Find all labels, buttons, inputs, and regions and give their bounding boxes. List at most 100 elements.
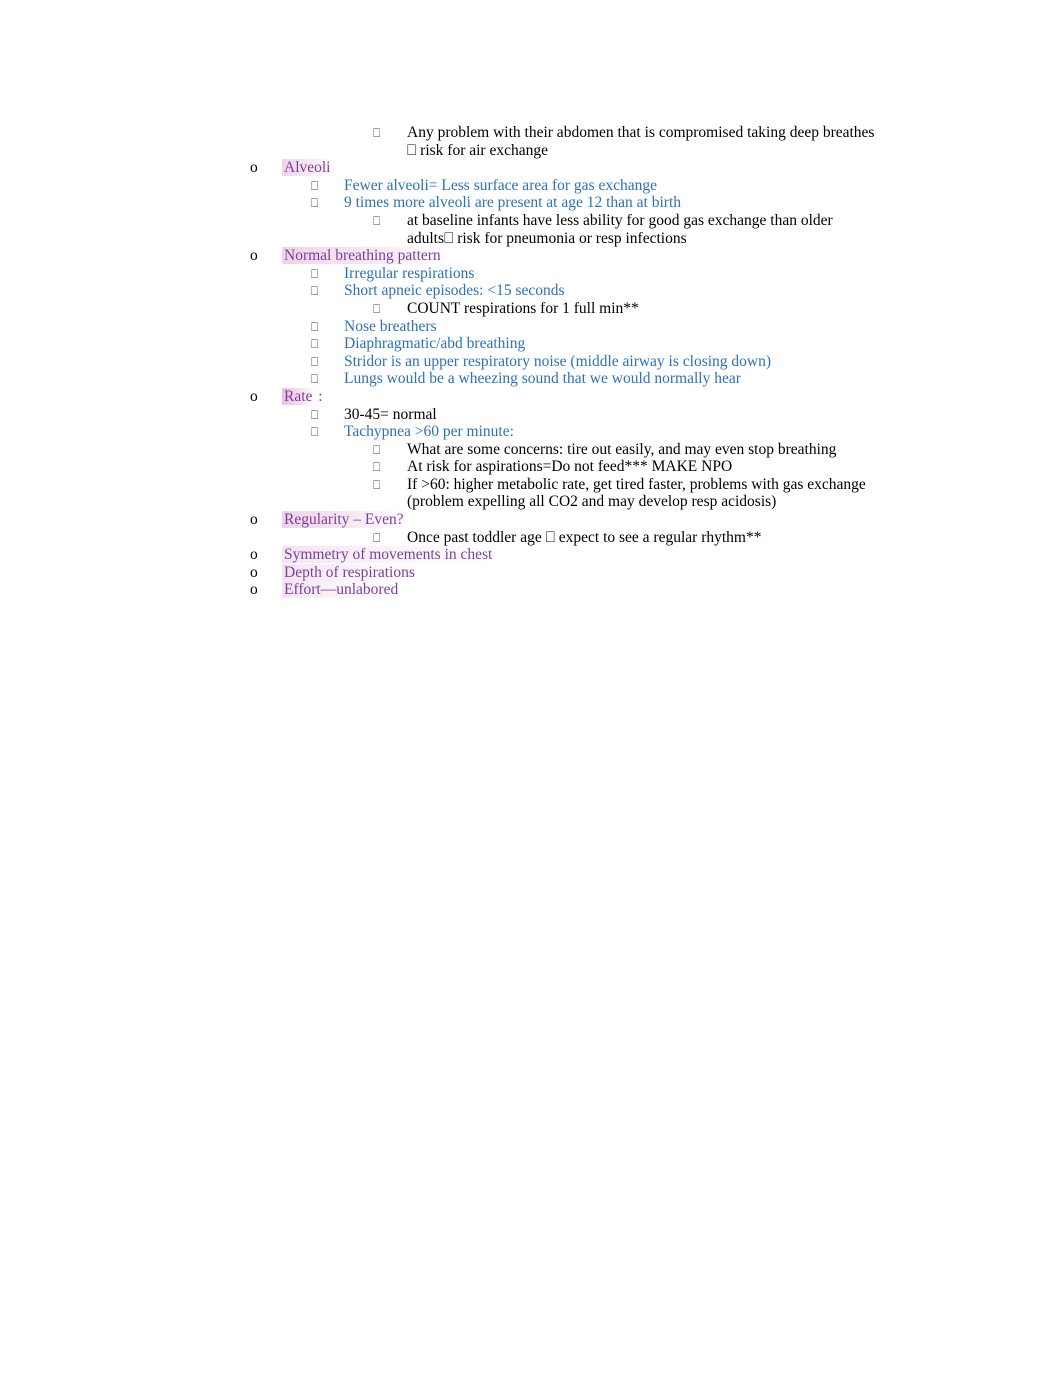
outline-item-text: Any problem with their abdomen that is c…: [407, 124, 1062, 159]
outline-item-text: Rate :: [282, 387, 1062, 406]
bullet-wingding-icon: ⎕: [311, 319, 319, 334]
outline-item-continuation: (problem expelling all CO2 and may devel…: [407, 493, 777, 511]
bullet-circle-icon: o: [250, 511, 258, 529]
outline-item-diaphragmatic-abd-breathing: ⎕ Diaphragmatic/abd breathing: [0, 335, 1062, 353]
bullet-wingding-icon: ⎕: [373, 530, 381, 545]
outline-item-fewer-alveoli: ⎕ Fewer alveoli= Less surface area for ga…: [0, 177, 1062, 195]
bullet-wingding-icon: ⎕: [373, 477, 381, 492]
outline-item-text: Regularity – Even?: [282, 511, 1062, 529]
bullet-wingding-icon: ⎕: [311, 407, 319, 422]
bullet-wingding-icon: ⎕: [311, 196, 319, 211]
outline-item-label: Lungs would be a wheezing sound that we …: [344, 370, 741, 388]
outline-item-label: At risk for aspirations=Do not feed*** M…: [407, 458, 733, 476]
outline-item-label: Effort—unlabored: [282, 581, 401, 599]
outline-item-normal-breathing-pattern: o Normal breathing pattern: [0, 247, 1062, 265]
outline-item-label: Any problem with their abdomen that is c…: [407, 124, 875, 141]
bullet-circle-icon: o: [250, 563, 258, 581]
outline-item-text: Tachypnea >60 per minute:: [344, 423, 1062, 441]
bullet-wingding-icon: ⎕: [373, 126, 381, 140]
outline-item-label: at baseline infants have less ability fo…: [407, 211, 833, 229]
bullet-wingding-icon: ⎕: [311, 337, 319, 352]
document-page: ⎕ Any problem with their abdomen that is …: [0, 0, 1062, 1376]
outline-item-label: Once past toddler age ⎕ expect to see a …: [407, 528, 762, 546]
outline-item-text: Effort—unlabored: [282, 581, 1062, 599]
outline-item-label: Alveoli: [282, 159, 333, 177]
outline-item-regularity-even: o Regularity – Even?: [0, 511, 1062, 529]
outline-list: ⎕ Any problem with their abdomen that is …: [0, 124, 1062, 599]
outline-item-tachypnea: ⎕ Tachypnea >60 per minute:: [0, 423, 1062, 441]
outline-item-text: 9 times more alveoli are present at age …: [344, 194, 1062, 212]
bullet-circle-icon: o: [250, 581, 258, 599]
outline-item-text: at baseline infants have less ability fo…: [407, 212, 1062, 247]
outline-item-text: At risk for aspirations=Do not feed*** M…: [407, 458, 1062, 476]
outline-item-lungs-wheezing: ⎕ Lungs would be a wheezing sound that we…: [0, 370, 1062, 388]
bullet-circle-icon: o: [250, 247, 258, 265]
outline-item-label: Diaphragmatic/abd breathing: [344, 335, 526, 353]
bullet-wingding-icon: ⎕: [373, 460, 381, 475]
outline-item-label: Normal breathing pattern: [282, 247, 443, 265]
outline-item-label: Fewer alveoli= Less surface area for gas…: [344, 176, 657, 194]
outline-item-nose-breathers: ⎕ Nose breathers: [0, 318, 1062, 336]
outline-item-text: Diaphragmatic/abd breathing: [344, 335, 1062, 353]
outline-item-text: Lungs would be a wheezing sound that we …: [344, 370, 1062, 388]
outline-item-text: Depth of respirations: [282, 563, 1062, 582]
bullet-circle-icon: o: [250, 159, 258, 177]
bullet-wingding-icon: ⎕: [311, 354, 319, 369]
outline-item-label: 30-45= normal: [344, 405, 437, 423]
outline-item-text: Alveoli: [282, 159, 1062, 177]
bullet-wingding-icon: ⎕: [311, 372, 319, 387]
outline-item-label: Irregular respirations: [344, 264, 475, 282]
outline-item-label: Depth of respirations: [282, 563, 417, 581]
outline-item-label: Short apneic episodes: <15 seconds: [344, 282, 565, 300]
outline-item-label: 9 times more alveoli are present at age …: [344, 194, 682, 212]
outline-item-label: COUNT respirations for 1 full min**: [407, 299, 639, 317]
outline-item-text: If >60: higher metabolic rate, get tired…: [407, 476, 1062, 511]
outline-item-continuation: adults⎕ risk for pneumonia or resp infec…: [407, 229, 687, 247]
bullet-wingding-icon: ⎕: [311, 266, 319, 281]
outline-item-text: Symmetry of movements in chest: [282, 546, 1062, 564]
outline-item-label: What are some concerns: tire out easily,…: [407, 440, 837, 458]
outline-item-effort-unlabored: o Effort—unlabored: [0, 581, 1062, 599]
bullet-wingding-icon: ⎕: [311, 284, 319, 299]
outline-item-thirty-to-fortyfive-normal: ⎕ 30-45= normal: [0, 406, 1062, 424]
outline-item-label: Tachypnea >60 per minute:: [344, 423, 514, 441]
outline-item-text: 30-45= normal: [344, 406, 1062, 424]
outline-item-label: Nose breathers: [344, 317, 437, 335]
outline-item-label: Symmetry of movements in chest: [282, 546, 495, 564]
outline-item-risk-for-aspirations: ⎕ At risk for aspirations=Do not feed*** …: [0, 458, 1062, 476]
outline-item-text: Fewer alveoli= Less surface area for gas…: [344, 177, 1062, 195]
outline-item-label: Regularity – Even?: [282, 511, 406, 529]
outline-item-text: Irregular respirations: [344, 265, 1062, 283]
outline-item-label: Stridor is an upper respiratory noise (m…: [344, 352, 772, 370]
bullet-wingding-icon: ⎕: [311, 178, 319, 193]
bullet-circle-icon: o: [250, 387, 258, 405]
outline-item-text: COUNT respirations for 1 full min**: [407, 300, 1062, 318]
outline-item-symmetry-of-movements: o Symmetry of movements in chest: [0, 546, 1062, 564]
bullet-wingding-icon: ⎕: [311, 425, 319, 440]
outline-item-label: Rate: [282, 387, 315, 405]
outline-item-baseline-infants: ⎕ at baseline infants have less ability f…: [0, 212, 1062, 247]
bullet-circle-icon: o: [250, 546, 258, 564]
outline-item-text: Stridor is an upper respiratory noise (m…: [344, 353, 1062, 371]
outline-item-if-over-sixty: ⎕ If >60: higher metabolic rate, get tire…: [0, 476, 1062, 511]
outline-item-depth-of-respirations: o Depth of respirations: [0, 563, 1062, 582]
outline-item-text: Short apneic episodes: <15 seconds: [344, 282, 1062, 300]
bullet-wingding-icon: ⎕: [373, 442, 381, 457]
bullet-wingding-icon: ⎕: [373, 301, 381, 316]
outline-item-nine-times-more-alveoli: ⎕ 9 times more alveoli are present at age…: [0, 194, 1062, 212]
outline-item-text: Nose breathers: [344, 318, 1062, 336]
outline-item-stridor: ⎕ Stridor is an upper respiratory noise (…: [0, 353, 1062, 371]
outline-item-short-apneic-episodes: ⎕ Short apneic episodes: <15 seconds: [0, 282, 1062, 300]
bullet-wingding-icon: ⎕: [373, 213, 381, 228]
outline-item-label: If >60: higher metabolic rate, get tired…: [407, 475, 866, 493]
outline-item-continuation: ⎕ risk for air exchange: [407, 141, 548, 159]
outline-item-concerns-tire-out: ⎕ What are some concerns: tire out easily…: [0, 441, 1062, 459]
outline-item-abdomen-problem: ⎕ Any problem with their abdomen that is …: [0, 124, 1062, 159]
outline-item-count-respirations: ⎕ COUNT respirations for 1 full min**: [0, 300, 1062, 318]
outline-item-rate: o Rate :: [0, 387, 1062, 406]
outline-item-suffix: :: [314, 387, 323, 405]
outline-item-once-past-toddler-age: ⎕ Once past toddler age ⎕ expect to see a…: [0, 529, 1062, 547]
outline-item-alveoli: o Alveoli: [0, 159, 1062, 177]
outline-item-irregular-respirations: ⎕ Irregular respirations: [0, 265, 1062, 283]
outline-item-text: Normal breathing pattern: [282, 247, 1062, 265]
